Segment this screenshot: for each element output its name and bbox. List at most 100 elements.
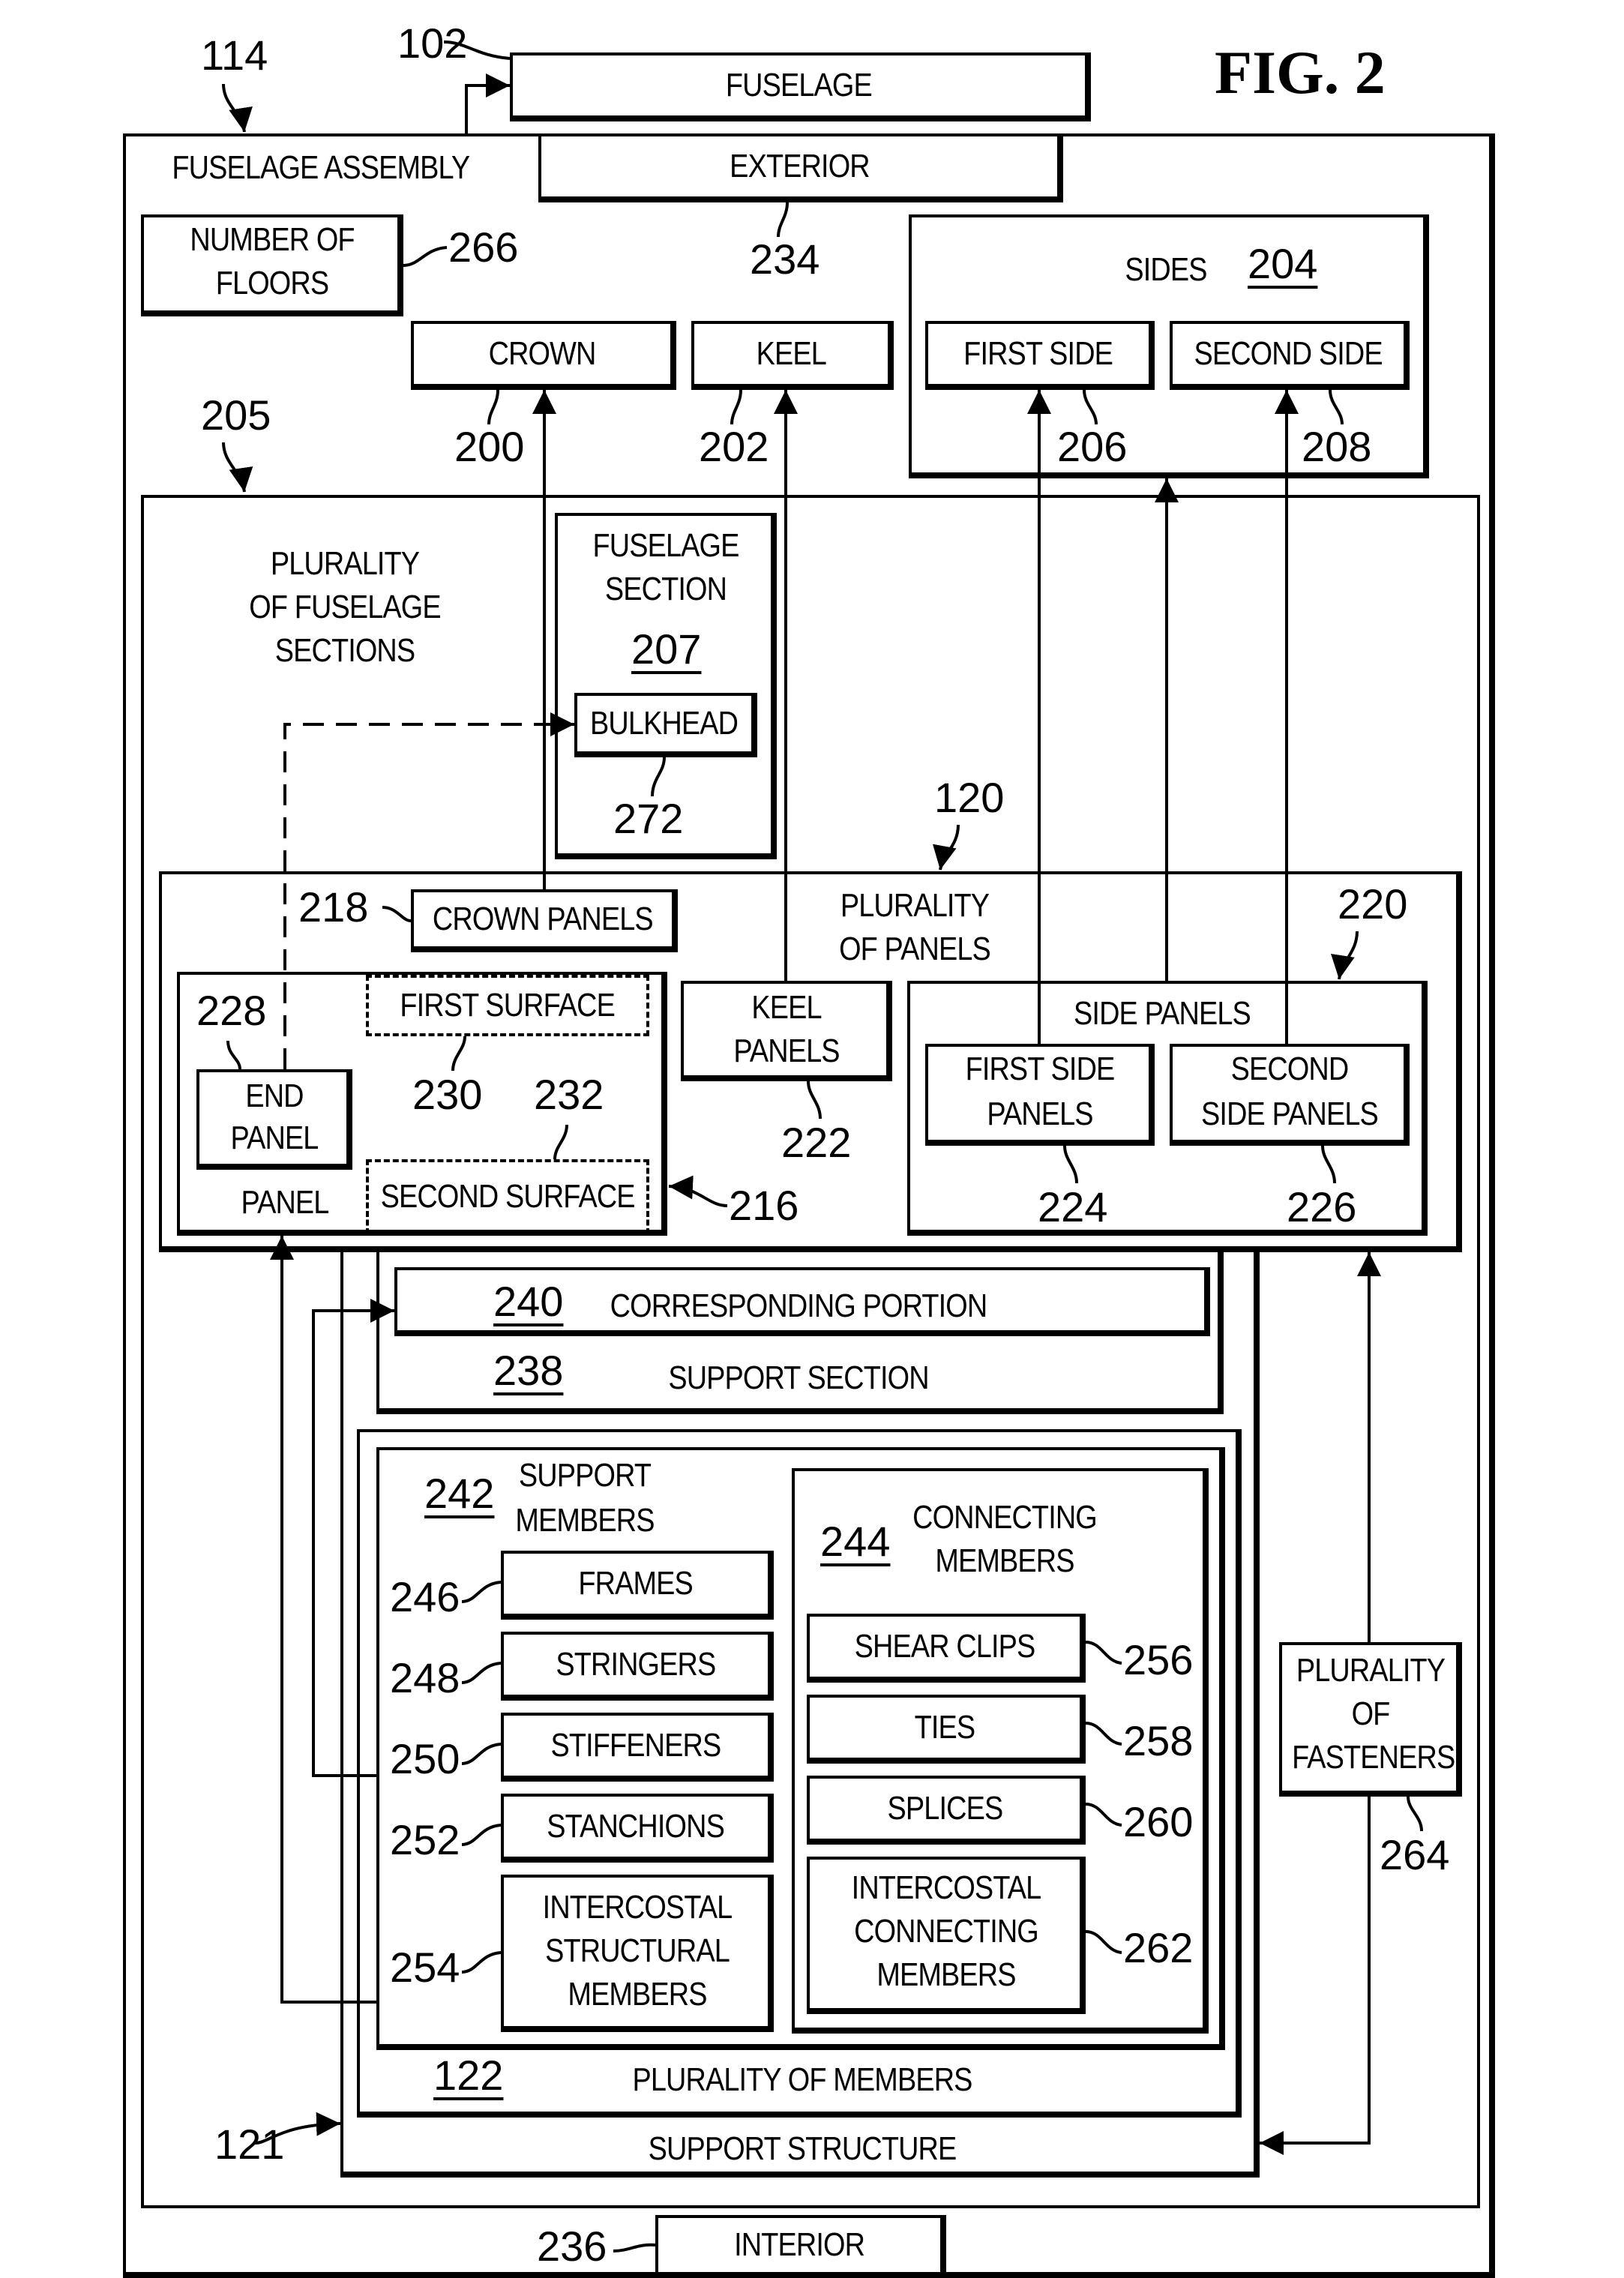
end-panel-label-1: END (245, 1078, 304, 1114)
first-side-panels-label-1: FIRST SIDE (965, 1051, 1116, 1087)
ref-205: 205 (201, 391, 271, 439)
stanchions-box: STANCHIONS (501, 1794, 774, 1863)
side-panels-label: SIDE PANELS (1074, 995, 1251, 1032)
connecting-members-label-1: CONNECTING (912, 1499, 1098, 1536)
fasteners-label-1: PLURALITY (1296, 1652, 1446, 1689)
intercostal-structural-label-3: MEMBERS (568, 1976, 707, 2013)
plurality-of-panels-label-2: OF PANELS (839, 931, 991, 967)
ref-240: 240 (493, 1278, 564, 1325)
ref-206: 206 (1057, 423, 1128, 470)
fuselage-box: FUSELAGE (510, 52, 1091, 121)
second-side-panels-label-2: SIDE PANELS (1201, 1096, 1379, 1132)
corresponding-portion-label: CORRESPONDING PORTION (610, 1287, 988, 1324)
first-side-panels-label-2: PANELS (987, 1096, 1093, 1132)
interior-box: INTERIOR (655, 2215, 946, 2278)
keel-label: KEEL (756, 335, 826, 372)
support-section-label: SUPPORT SECTION (668, 1359, 929, 1396)
intercostal-connecting-label-2: CONNECTING (854, 1913, 1039, 1950)
sides-label: SIDES (1125, 251, 1207, 288)
ref-238: 238 (493, 1347, 564, 1394)
ref-207: 207 (631, 625, 702, 673)
ref-226: 226 (1287, 1183, 1357, 1230)
figure-title: FIG. 2 (1215, 38, 1386, 106)
number-of-floors-label-2: FLOORS (215, 265, 329, 301)
ref-218: 218 (298, 883, 369, 931)
end-panel-label-2: PANEL (230, 1120, 319, 1156)
ref-252: 252 (390, 1816, 460, 1863)
ref-202: 202 (699, 423, 769, 470)
ref-266: 266 (448, 223, 519, 271)
shear-clips-label: SHEAR CLIPS (854, 1628, 1036, 1665)
support-structure-label: SUPPORT STRUCTURE (648, 2130, 957, 2167)
ref-250: 250 (390, 1735, 460, 1782)
ref-222: 222 (781, 1119, 852, 1166)
fuselage-sections-label-1: PLURALITY (270, 545, 420, 582)
interior-label: INTERIOR (734, 2226, 865, 2263)
second-side-panels-label-1: SECOND (1230, 1051, 1350, 1087)
ties-label: TIES (914, 1709, 976, 1746)
frames-box: FRAMES (501, 1551, 774, 1620)
ref-232: 232 (534, 1071, 604, 1118)
ref-122: 122 (433, 2052, 504, 2099)
exterior-box: EXTERIOR (538, 133, 1063, 202)
splices-label: SPLICES (887, 1790, 1003, 1827)
ref-208: 208 (1302, 423, 1372, 470)
stiffeners-label: STIFFENERS (550, 1727, 722, 1764)
frames-label: FRAMES (578, 1565, 694, 1602)
ref-230: 230 (412, 1071, 483, 1118)
leader-114 (222, 83, 253, 133)
ref-258: 258 (1123, 1717, 1194, 1764)
fuselage-assembly-label: FUSELAGE ASSEMBLY (172, 149, 470, 186)
ref-272: 272 (613, 795, 684, 842)
bulkhead-box: BULKHEAD (574, 693, 757, 757)
plurality-of-panels-label-1: PLURALITY (840, 887, 990, 924)
ref-256: 256 (1123, 1636, 1194, 1683)
ref-248: 248 (390, 1654, 460, 1701)
fuselage-sections-label-2: OF FUSELAGE (249, 589, 441, 625)
fasteners-label-2: OF (1351, 1695, 1391, 1732)
ref-200: 200 (454, 423, 525, 470)
fuselage-section-label-2: SECTION (604, 571, 727, 607)
intercostal-connecting-label-1: INTERCOSTAL (851, 1869, 1042, 1906)
fuselage-sections-label-3: SECTIONS (274, 632, 415, 669)
stringers-label: STRINGERS (556, 1646, 716, 1683)
first-surface-label: FIRST SURFACE (400, 987, 616, 1024)
stringers-box: STRINGERS (501, 1632, 774, 1701)
ref-204: 204 (1248, 240, 1318, 287)
second-surface-label: SECOND SURFACE (380, 1178, 635, 1215)
splices-box: SPLICES (807, 1776, 1086, 1845)
first-side-box: FIRST SIDE (925, 321, 1155, 390)
ref-121: 121 (214, 2121, 285, 2168)
crown-label: CROWN (488, 335, 597, 372)
ref-244: 244 (820, 1518, 891, 1565)
ref-102: 102 (397, 19, 468, 67)
crown-box: CROWN (411, 321, 676, 390)
ref-114: 114 (201, 31, 268, 79)
support-members-label-1: SUPPORT (518, 1457, 652, 1494)
intercostal-structural-label-2: STRUCTURAL (545, 1932, 730, 1969)
ref-120: 120 (934, 774, 1005, 821)
fasteners-label-3: FASTENERS (1292, 1739, 1455, 1776)
keel-panels-label-2: PANELS (733, 1033, 840, 1069)
ref-242: 242 (424, 1470, 495, 1517)
ref-228: 228 (196, 987, 267, 1034)
ties-box: TIES (807, 1695, 1086, 1764)
number-of-floors-label-1: NUMBER OF (190, 221, 355, 258)
ref-262: 262 (1123, 1924, 1194, 1971)
stanchions-label: STANCHIONS (547, 1808, 726, 1845)
arrow-assembly-to-fuselage (465, 73, 510, 133)
shear-clips-box: SHEAR CLIPS (807, 1614, 1086, 1683)
keel-panels-label-1: KEEL (751, 989, 822, 1026)
keel-box: KEEL (691, 321, 894, 390)
ref-234: 234 (750, 235, 820, 283)
ref-246: 246 (390, 1573, 460, 1620)
ref-216: 216 (729, 1182, 799, 1229)
crown-panels-label: CROWN PANELS (433, 901, 654, 937)
stiffeners-box: STIFFENERS (501, 1713, 774, 1782)
panel-label: PANEL (241, 1184, 330, 1221)
fuselage-label: FUSELAGE (725, 67, 873, 103)
second-side-box: SECOND SIDE (1170, 321, 1410, 390)
second-surface-box: SECOND SURFACE (366, 1159, 649, 1234)
connecting-members-label-2: MEMBERS (935, 1542, 1074, 1579)
first-side-label: FIRST SIDE (963, 335, 1114, 372)
